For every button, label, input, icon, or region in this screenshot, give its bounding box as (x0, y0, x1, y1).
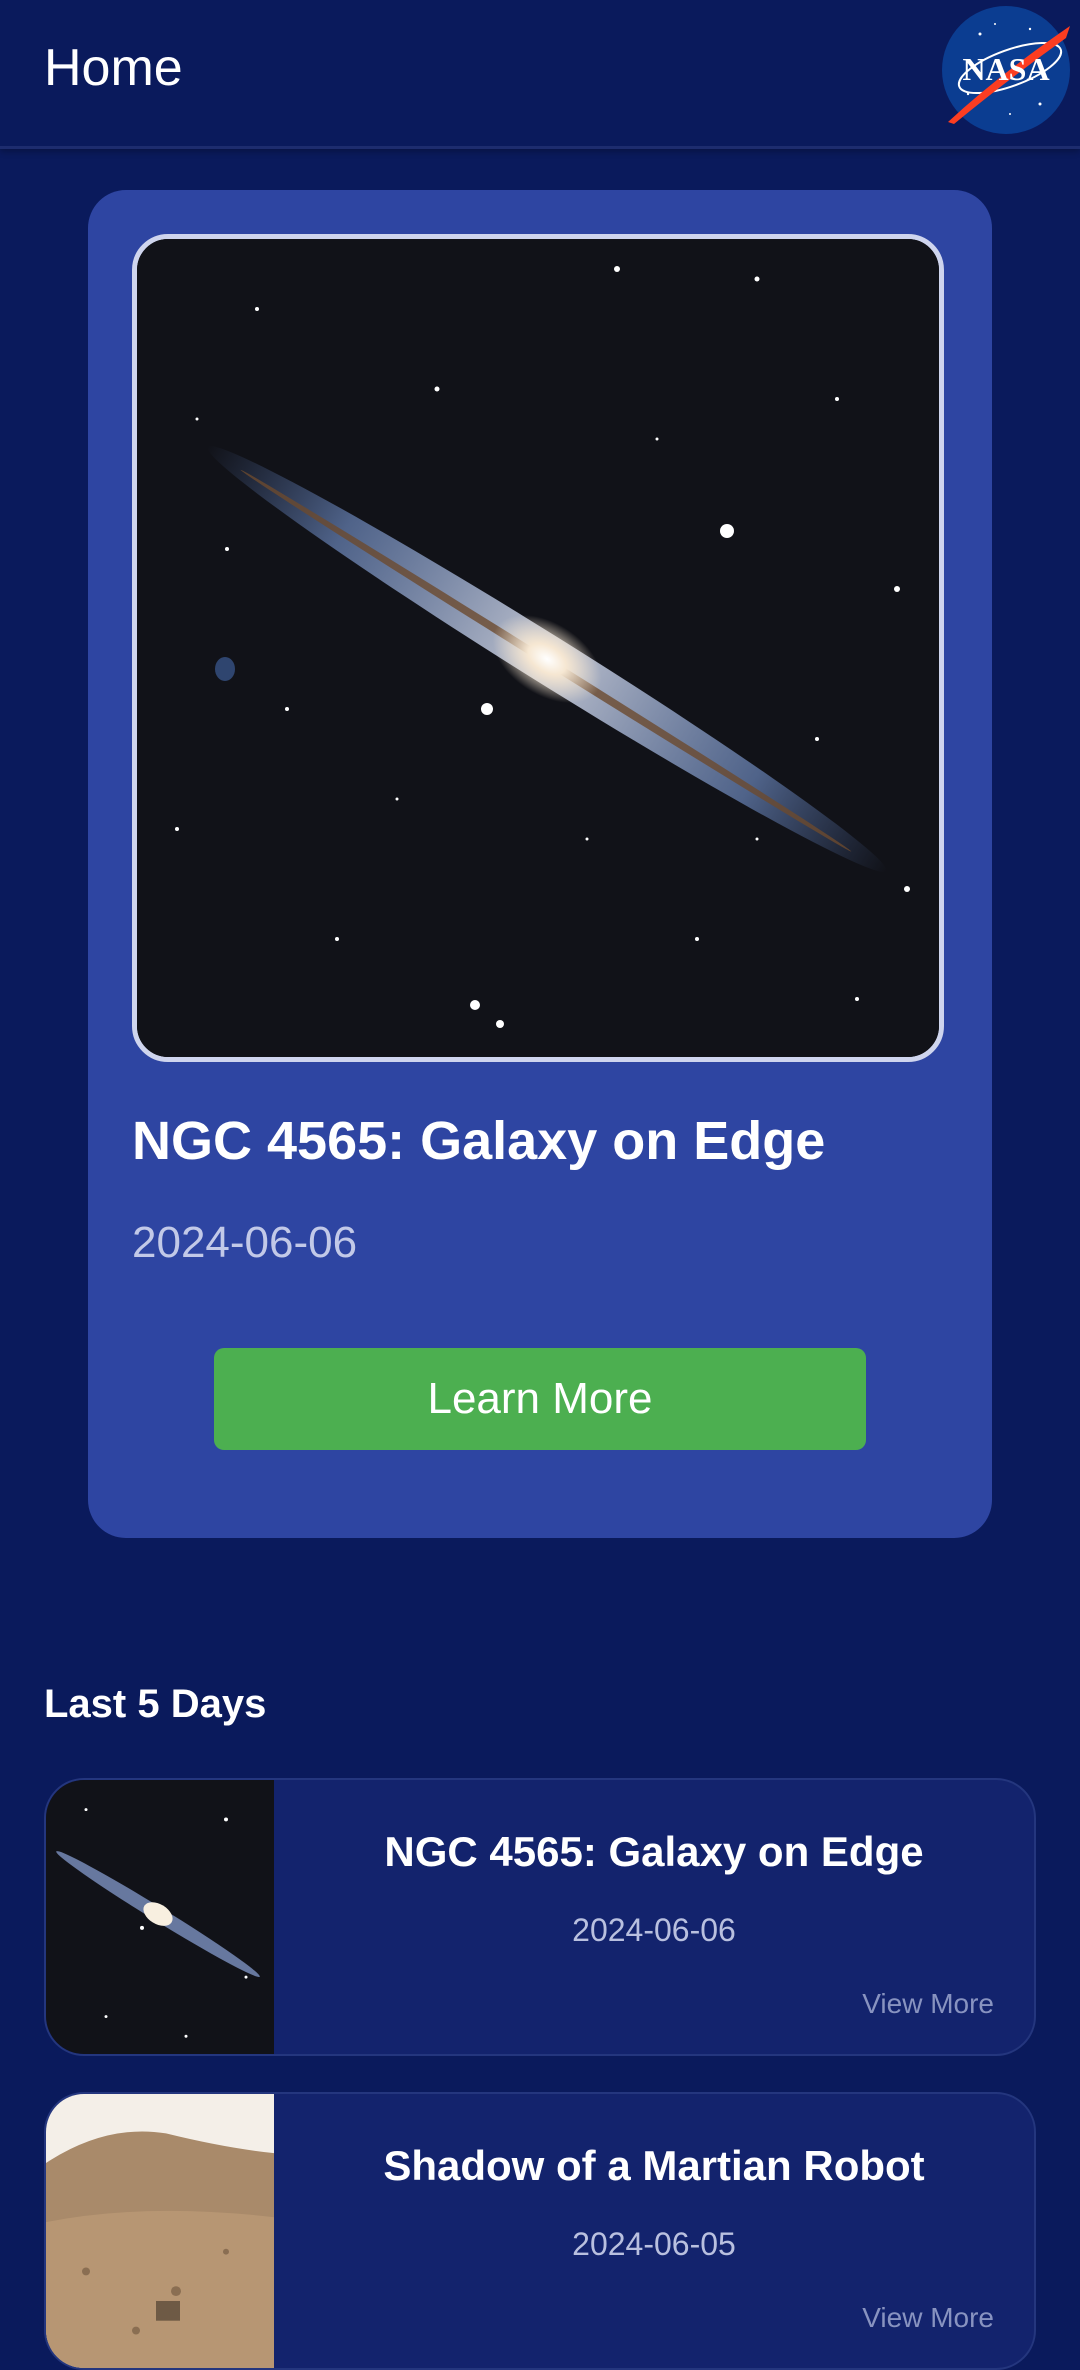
learn-more-button[interactable]: Learn More (214, 1348, 866, 1450)
view-more-link[interactable]: View More (862, 2302, 994, 2334)
nasa-logo[interactable]: NASA (940, 4, 1072, 136)
galaxy-image (137, 239, 939, 1057)
featured-card: NGC 4565: Galaxy on Edge 2024-06-06 Lear… (88, 190, 992, 1538)
view-more-link[interactable]: View More (862, 1988, 994, 2020)
list-item-date: 2024-06-06 (572, 1912, 736, 1948)
list-item[interactable]: Shadow of a Martian Robot 2024-06-05 Vie… (44, 2092, 1036, 2370)
list-item-title: NGC 4565: Galaxy on Edge (384, 1828, 924, 1875)
section-title: Last 5 Days (44, 1682, 267, 1726)
app-bar: Home NASA (0, 0, 1080, 149)
mars-thumbnail (46, 2094, 274, 2368)
page-title: Home (44, 39, 183, 97)
featured-date: 2024-06-06 (132, 1218, 358, 1267)
featured-image[interactable] (132, 234, 944, 1062)
galaxy-thumbnail (46, 1780, 274, 2054)
svg-text:NASA: NASA (962, 51, 1049, 87)
list-item-date: 2024-06-05 (572, 2226, 736, 2262)
list-item[interactable]: NGC 4565: Galaxy on Edge 2024-06-06 View… (44, 1778, 1036, 2056)
featured-title: NGC 4565: Galaxy on Edge (132, 1111, 826, 1171)
list-item-title: Shadow of a Martian Robot (383, 2142, 925, 2189)
